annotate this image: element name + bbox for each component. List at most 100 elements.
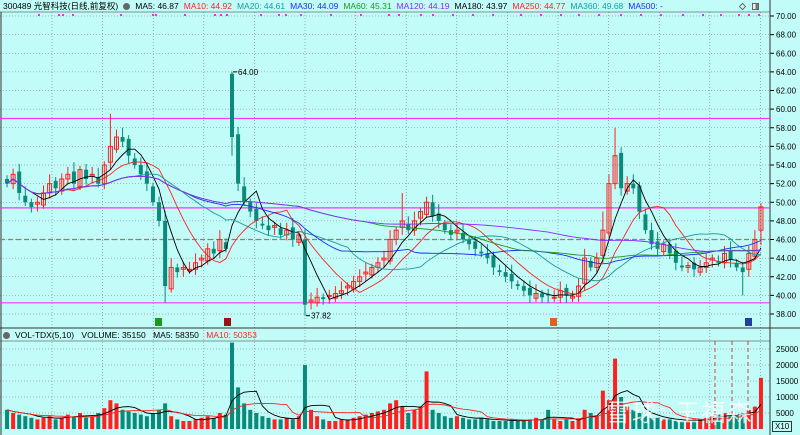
price-tick-label: 66.00 bbox=[776, 49, 797, 58]
event-marker bbox=[472, 14, 474, 16]
candle-body bbox=[497, 270, 502, 273]
price-tick-label: 48.00 bbox=[776, 217, 797, 226]
volume-bar bbox=[570, 421, 575, 429]
candle-body bbox=[266, 225, 271, 231]
volume-tick-label: 15000 bbox=[776, 377, 799, 386]
price-tick-label: 68.00 bbox=[776, 31, 797, 40]
volume-bar bbox=[418, 406, 423, 429]
candle-body bbox=[643, 214, 648, 231]
event-marker bbox=[492, 14, 494, 16]
candle-body bbox=[491, 255, 496, 268]
volume-bar bbox=[230, 342, 234, 429]
candle-body bbox=[278, 228, 283, 235]
volume-bar bbox=[388, 403, 393, 429]
volume-bar bbox=[461, 417, 466, 429]
volume-bar bbox=[163, 403, 168, 429]
candle-body bbox=[728, 250, 733, 260]
event-marker bbox=[120, 14, 122, 16]
candle-body bbox=[473, 241, 478, 249]
candle-body bbox=[120, 137, 125, 142]
volume-bar bbox=[588, 413, 593, 429]
volume-bar bbox=[345, 419, 350, 429]
event-marker bbox=[758, 14, 760, 16]
ma10-line bbox=[6, 161, 762, 295]
candle-body bbox=[673, 250, 678, 263]
volume-bar bbox=[491, 421, 496, 429]
volume-bar bbox=[169, 416, 174, 429]
volume-bar bbox=[284, 417, 289, 429]
candle-body bbox=[479, 251, 484, 254]
volume-bar bbox=[758, 377, 763, 429]
volume-bar bbox=[181, 421, 186, 429]
volume-bar bbox=[108, 400, 113, 429]
volume-bar bbox=[515, 421, 520, 429]
volume-bar bbox=[211, 417, 216, 429]
event-marker bbox=[748, 14, 750, 16]
volume-bar bbox=[266, 417, 271, 429]
volume-bar bbox=[272, 419, 277, 429]
event-marker bbox=[540, 14, 542, 16]
candle-body bbox=[254, 208, 259, 221]
volume-bar bbox=[315, 416, 320, 429]
volume-bar bbox=[260, 416, 265, 429]
candle-body bbox=[321, 297, 326, 300]
event-marker bbox=[702, 14, 704, 16]
volume-bar bbox=[485, 419, 490, 429]
ma60-line bbox=[6, 175, 761, 259]
price-tick-label: 54.00 bbox=[776, 161, 797, 170]
high-price-label: 64.00 bbox=[238, 68, 259, 77]
volume-bar bbox=[497, 421, 502, 429]
volume-bar bbox=[339, 419, 344, 429]
volume-bar bbox=[467, 419, 472, 429]
volume-bar bbox=[394, 400, 399, 429]
candlestick-chart[interactable]: 38.00 40.00 42.00 44.00 46.00 48.00 50.00 52.00… bbox=[0, 0, 800, 435]
price-tick-label: 62.00 bbox=[776, 87, 797, 96]
volume-bar bbox=[23, 416, 28, 429]
volume-bar bbox=[436, 413, 441, 429]
price-tick-label: 50.00 bbox=[776, 198, 797, 207]
volume-bar bbox=[59, 417, 64, 429]
volume-bar bbox=[35, 419, 40, 429]
volume-bar bbox=[53, 419, 58, 429]
event-marker bbox=[432, 14, 434, 16]
ma90-line bbox=[6, 175, 761, 252]
candle-body bbox=[138, 165, 143, 175]
event-marker bbox=[184, 14, 186, 16]
volume-bar bbox=[406, 413, 411, 429]
event-marker bbox=[620, 14, 622, 16]
volume-tick-label: 5000 bbox=[776, 409, 794, 418]
volume-bar bbox=[503, 421, 508, 429]
volume-bar bbox=[242, 403, 247, 429]
volume-tick-label: 25000 bbox=[776, 345, 799, 354]
event-marker bbox=[360, 14, 362, 16]
candle-body bbox=[236, 134, 241, 184]
candle-body bbox=[230, 73, 234, 138]
candle-body bbox=[631, 183, 636, 189]
volume-bar bbox=[102, 408, 107, 429]
price-tick-label: 70.00 bbox=[776, 12, 797, 21]
price-tick-label: 46.00 bbox=[776, 236, 797, 245]
volume-bar bbox=[175, 419, 180, 429]
watermark: 雪球: 王福森 bbox=[606, 400, 754, 427]
event-marker bbox=[214, 14, 216, 16]
volume-scale-button[interactable]: X10 bbox=[772, 421, 793, 432]
volume-bar bbox=[71, 416, 76, 429]
volume-bar bbox=[138, 414, 143, 429]
price-tick-label: 52.00 bbox=[776, 180, 797, 189]
price-tick-label: 64.00 bbox=[776, 68, 797, 77]
price-tick-label: 40.00 bbox=[776, 291, 797, 300]
candle-body bbox=[515, 284, 520, 287]
volume-bar bbox=[540, 419, 545, 429]
event-marker bbox=[682, 14, 684, 16]
signal-marker bbox=[550, 318, 557, 326]
event-marker bbox=[285, 14, 287, 16]
volume-bar bbox=[11, 413, 16, 429]
candle-body bbox=[430, 202, 435, 217]
volume-bar bbox=[5, 409, 10, 429]
candle-body bbox=[150, 186, 155, 203]
volume-bar bbox=[217, 413, 222, 429]
volume-bar bbox=[333, 421, 338, 429]
price-tick-label: 58.00 bbox=[776, 124, 797, 133]
volume-tick-label: 20000 bbox=[776, 361, 799, 370]
event-marker bbox=[420, 14, 422, 16]
